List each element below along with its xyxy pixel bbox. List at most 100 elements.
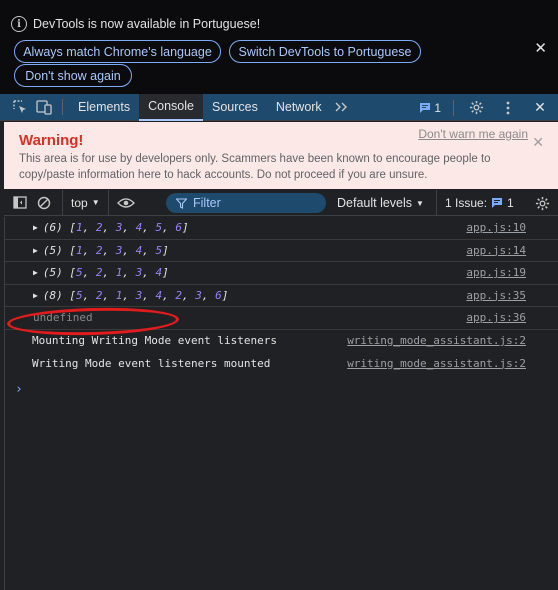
expand-triangle-icon: ▶ [33,268,38,278]
log-row: Mounting Writing Mode event listeners wr… [5,330,558,353]
array-item: 3 [135,288,143,302]
source-link[interactable]: app.js:14 [466,244,526,257]
devtools-toolbar: Elements Console Sources Network 1 ✕ [0,93,558,121]
issues-label: 1 Issue: [445,196,488,210]
array-item: 6 [175,221,182,235]
source-link[interactable]: app.js:10 [466,221,526,234]
console-issues-button[interactable]: 1 Issue: 1 [436,190,514,216]
log-text-content: Writing Mode event listeners mounted [32,357,270,370]
settings-gear-icon[interactable] [466,98,486,118]
array-item: 4 [135,243,143,257]
tab-elements[interactable]: Elements [69,94,139,121]
array-separator: , [82,266,96,280]
more-options-icon[interactable] [498,98,518,118]
log-levels-dropdown[interactable]: Default levels ▼ [337,190,424,216]
message-icon [420,102,431,113]
array-separator: , [82,288,96,302]
clear-console-icon[interactable] [32,190,56,216]
array-item: 3 [115,243,123,257]
log-row[interactable]: ▶ (6) [1, 2, 3, 4, 5, 6] app.js:10 [5,217,558,240]
filter-placeholder: Filter [193,196,221,210]
source-link[interactable]: writing_mode_assistant.js:2 [347,357,526,370]
warning-body: This area is for use by developers only.… [19,153,491,181]
close-icon[interactable]: ✕ [532,134,544,151]
array-separator: , [201,288,216,302]
expand-triangle-icon: ▶ [33,245,38,255]
expand-triangle-icon: ▶ [33,223,38,233]
language-infobar: i DevTools is now available in Portugues… [0,0,558,94]
array-separator: , [142,243,156,257]
array-separator: , [82,243,96,257]
log-message: Mounting Writing Mode event listeners [32,334,278,348]
context-selector[interactable]: top ▼ [62,189,109,216]
array-separator: , [102,221,116,235]
dont-warn-again-link[interactable]: Don't warn me again [418,127,528,141]
source-link[interactable]: app.js:19 [466,266,526,279]
more-tabs-icon[interactable] [331,97,351,117]
chevron-down-icon: ▼ [91,198,100,207]
log-message: Writing Mode event listeners mounted [32,356,271,370]
warning-title: Warning! [19,132,84,149]
array-item: 3 [195,288,202,302]
message-icon [492,198,503,208]
toolbar-right-actions: 1 ✕ [419,94,550,121]
array-item: 6 [215,288,222,302]
switch-to-portuguese-button[interactable]: Switch DevTools to Portuguese [229,40,421,63]
log-row[interactable]: ▶ (5) [1, 2, 3, 4, 5] app.js:14 [5,240,558,262]
array-item: 4 [155,288,163,302]
tab-network[interactable]: Network [267,94,331,121]
array-close: ] [162,266,169,280]
array-separator: , [122,221,136,235]
live-expression-eye-icon[interactable] [109,190,143,216]
array-item: 3 [115,221,123,235]
console-output: ▶ (6) [1, 2, 3, 4, 5, 6] app.js:10 ▶ (5) [… [4,217,558,590]
info-icon: i [11,16,27,32]
array-separator: , [142,221,156,235]
infobar-message-row: i DevTools is now available in Portugues… [11,16,260,32]
array-separator: , [122,243,136,257]
array-separator: , [181,288,196,302]
array-item: 5 [155,243,163,257]
log-row[interactable]: ▶ (5) [5, 2, 1, 3, 4] app.js:19 [5,262,558,285]
log-row: undefined app.js:36 [5,307,558,330]
tab-sources[interactable]: Sources [203,94,267,121]
device-toolbar-icon[interactable] [34,97,54,117]
array-separator: , [102,243,116,257]
console-settings-gear-icon[interactable] [530,193,554,213]
log-array-content[interactable]: ▶ (5) [5, 2, 1, 3, 4] [33,266,169,279]
tab-console[interactable]: Console [139,93,203,121]
close-icon[interactable]: ✕ [534,39,547,57]
filter-input[interactable]: Filter [166,193,326,213]
array-item: 2 [175,288,182,302]
issues-button[interactable]: 1 [419,101,441,115]
array-item: 5 [155,221,163,235]
array-item: 1 [75,221,83,235]
log-row[interactable]: ▶ (8) [5, 2, 1, 3, 4, 2, 3, 6] app.js:35 [5,285,558,307]
array-item: 2 [95,243,103,257]
sidebar-toggle-icon[interactable] [8,190,32,216]
expand-triangle-icon: ▶ [33,290,38,300]
source-link[interactable]: writing_mode_assistant.js:2 [347,334,526,347]
log-undefined-content: undefined [33,311,93,324]
match-language-button[interactable]: Always match Chrome's language [14,40,221,63]
log-array-content[interactable]: ▶ (6) [1, 2, 3, 4, 5, 6] [33,221,189,234]
toolbar-divider [62,99,63,115]
array-item: 4 [155,266,163,280]
inspect-element-icon[interactable] [10,97,30,117]
source-link[interactable]: app.js:35 [466,289,526,302]
array-length: (5) [ [42,266,76,280]
array-separator: , [122,288,136,302]
array-separator: , [102,288,116,302]
source-link[interactable]: app.js:36 [466,311,526,324]
filter-icon [176,197,187,209]
array-length: (5) [ [42,243,76,257]
close-devtools-icon[interactable]: ✕ [530,98,550,118]
array-close: ] [221,288,229,302]
console-prompt-chevron-icon[interactable]: › [15,382,23,397]
log-array-content[interactable]: ▶ (8) [5, 2, 1, 3, 4, 2, 3, 6] [33,289,228,302]
array-item: 4 [135,221,143,235]
array-separator: , [102,266,116,280]
log-array-content[interactable]: ▶ (5) [1, 2, 3, 4, 5] [33,244,169,257]
dont-show-again-button[interactable]: Don't show again [14,64,132,87]
array-item: 1 [115,266,123,280]
